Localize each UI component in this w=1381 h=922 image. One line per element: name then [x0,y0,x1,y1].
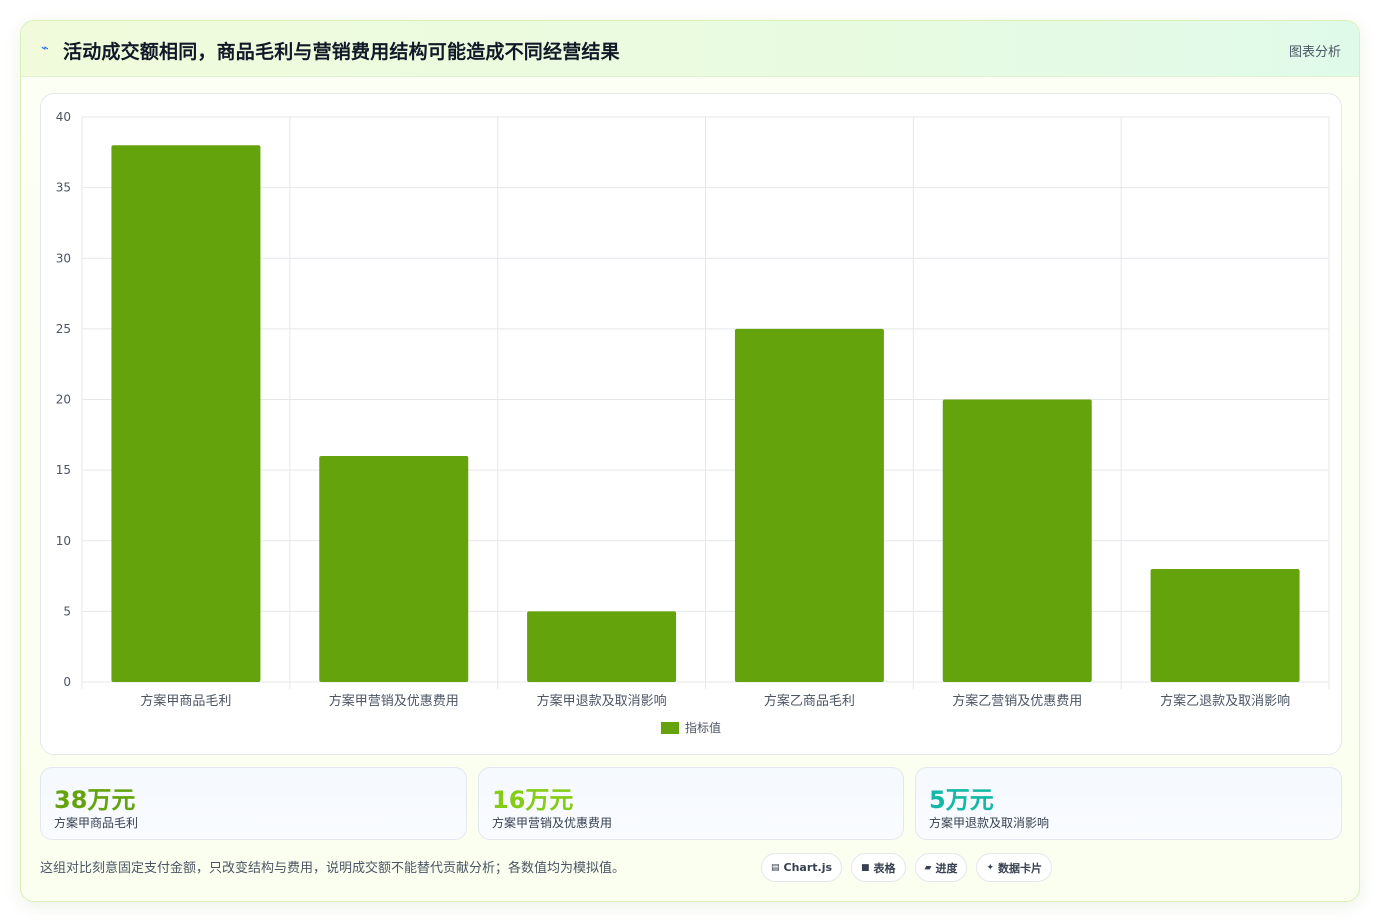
y-tick-label: 30 [56,251,71,265]
y-tick-label: 0 [63,675,71,689]
bar-chart: 0 5 10 15 20 25 30 35 40 方案甲商品毛利 方案甲营销及优惠费用 方案甲退款及取… [56,110,1330,735]
chart-panel: 0 5 10 15 20 25 30 35 40 方案甲商品毛利 方案甲营销及优惠费用 方案甲退款及取… [40,93,1342,755]
tech-chips: ▤ Chart.js ■ 表格 ▰ 进度 ✦ 数据卡片 [761,853,1053,883]
chip-data-card[interactable]: ✦ 数据卡片 [976,853,1053,882]
footnote: 这组对比刻意固定支付金额，只改变结构与费用，说明成交额不能替代贡献分析；各数值均… [40,861,626,876]
stat-value: 5万元 [929,786,994,814]
x-tick-label: 方案甲退款及取消影响 [537,693,667,709]
data-card-icon: ✦ [986,862,995,873]
chart-analysis-tag: 图表分析 [1288,45,1341,60]
table-icon: ■ [861,862,870,873]
progress-icon: ▰ [924,862,932,873]
x-tick-label: 方案甲商品毛利 [140,693,231,709]
chip-table[interactable]: ■ 表格 [851,853,906,882]
bar [942,399,1092,682]
bar [527,611,677,682]
stat-label: 方案甲退款及取消影响 [929,816,1050,830]
y-tick-label: 10 [56,534,71,548]
page-title: 活动成交额相同，商品毛利与营销费用结构可能造成不同经营结果 [63,41,620,63]
x-tick-label: 方案乙营销及优惠费用 [952,693,1082,709]
x-tick-label: 方案乙商品毛利 [764,693,855,709]
chip-label: 表格 [873,861,896,875]
y-tick-label: 5 [63,604,71,618]
legend-label: 指标值 [685,720,721,735]
bar [319,456,469,682]
stat-label: 方案甲营销及优惠费用 [492,816,613,830]
stat-card-2: 16万元 方案甲营销及优惠费用 [478,767,904,840]
chip-label: Chart.js [783,861,833,874]
chip-label: 进度 [935,861,958,875]
report-card: ⌁ 活动成交额相同，商品毛利与营销费用结构可能造成不同经营结果 图表分析 0 5 1… [20,20,1360,902]
bar [111,145,261,682]
y-tick-label: 20 [56,393,71,407]
chart-icon: ▤ [771,862,780,873]
bar [1150,569,1300,682]
x-tick-label: 方案甲营销及优惠费用 [329,693,459,709]
card-header: ⌁ 活动成交额相同，商品毛利与营销费用结构可能造成不同经营结果 图表分析 [21,21,1359,77]
legend-swatch [661,722,679,734]
y-tick-label: 40 [56,110,71,124]
y-tick-label: 35 [56,181,71,195]
lightning-icon: ⌁ [41,41,49,56]
stat-card-3: 5万元 方案甲退款及取消影响 [915,767,1342,840]
stat-value: 16万元 [492,786,574,814]
x-tick-label: 方案乙退款及取消影响 [1160,693,1290,709]
bar [734,328,884,682]
y-tick-label: 15 [56,463,71,477]
chip-chartjs[interactable]: ▤ Chart.js [761,853,843,882]
stat-value: 38万元 [54,786,136,814]
chip-progress[interactable]: ▰ 进度 [914,853,968,882]
stat-label: 方案甲商品毛利 [54,816,139,830]
y-tick-label: 25 [56,322,71,336]
stat-card-1: 38万元 方案甲商品毛利 [40,767,467,840]
chip-label: 数据卡片 [998,861,1043,875]
